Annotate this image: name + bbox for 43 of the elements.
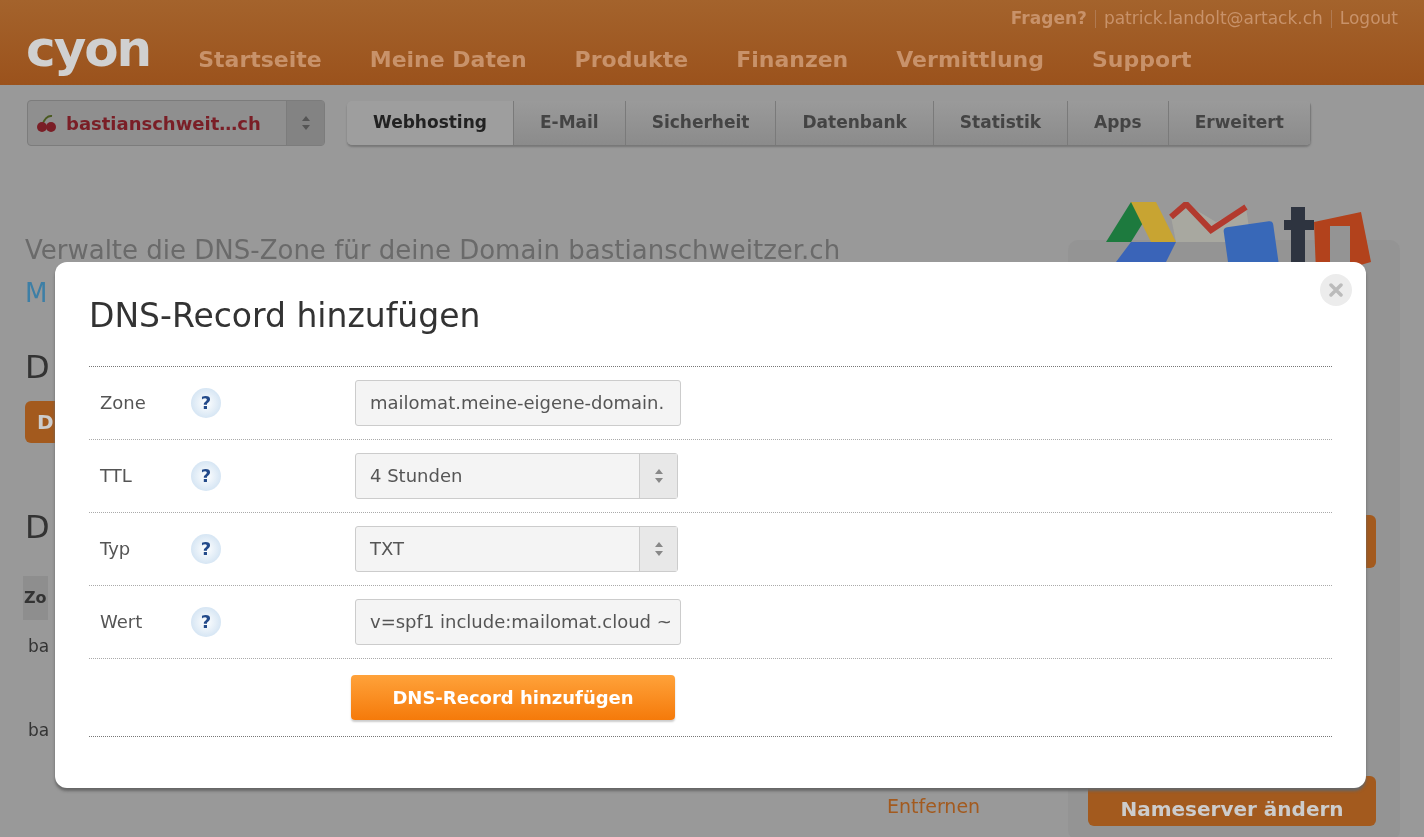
select-arrows-icon	[653, 467, 664, 484]
submit-button[interactable]: DNS-Record hinzufügen	[351, 674, 675, 720]
cherry-icon	[36, 113, 58, 133]
table-cell-text: ba	[27, 718, 50, 742]
select-arrows-icon	[300, 115, 311, 131]
input-field[interactable]: v=spf1 include:mailomat.cloud ~	[355, 598, 681, 645]
tab[interactable]: Apps	[1068, 101, 1169, 145]
help-icon[interactable]: ?	[191, 606, 221, 637]
help-icon[interactable]: ?	[191, 460, 221, 491]
field-label: Wert	[99, 610, 144, 635]
nav-link[interactable]: Meine Daten	[369, 43, 527, 76]
nav-link[interactable]: Startseite	[198, 43, 322, 76]
tab[interactable]: E-Mail	[514, 101, 626, 145]
select-field[interactable]: 4 Stunden	[355, 452, 678, 499]
domain-select[interactable]: bastianschweit…ch	[27, 100, 325, 146]
field-label: TTL	[99, 464, 133, 489]
close-icon	[1329, 283, 1343, 297]
table-header: Zo	[23, 576, 48, 620]
tab[interactable]: Datenbank	[776, 101, 934, 145]
help-icon[interactable]: ?	[191, 533, 221, 564]
tab[interactable]: Erweitert	[1168, 101, 1311, 145]
input-field[interactable]: mailomat.meine-eigene-domain.	[355, 379, 681, 426]
tab[interactable]: Statistik	[933, 101, 1069, 145]
section-heading: D	[25, 347, 50, 388]
nav-link[interactable]: Support	[1092, 43, 1192, 76]
header-link[interactable]: Fragen?	[1010, 6, 1087, 32]
remove-link[interactable]: Entfernen	[887, 792, 981, 821]
header-link[interactable]: Logout	[1339, 6, 1398, 32]
section-heading: D	[25, 507, 50, 548]
select-arrows-icon	[653, 540, 664, 557]
header-link[interactable]: patrick.landolt@artack.ch	[1103, 6, 1323, 32]
logo[interactable]: cyon	[26, 0, 151, 74]
nav-link[interactable]: Produkte	[574, 43, 689, 76]
help-icon[interactable]: ?	[191, 387, 221, 418]
field-label: Zone	[99, 391, 147, 416]
nav-link[interactable]: Vermittlung	[896, 43, 1044, 76]
select-field[interactable]: TXT	[355, 525, 678, 572]
nav-link[interactable]: Finanzen	[736, 43, 849, 76]
table-cell-text: ba	[27, 635, 50, 658]
field-label: Typ	[99, 537, 132, 562]
modal-title: DNS-Record hinzufügen	[89, 296, 482, 336]
tab[interactable]: Webhosting	[347, 101, 514, 145]
tab[interactable]: Sicherheit	[625, 101, 777, 145]
